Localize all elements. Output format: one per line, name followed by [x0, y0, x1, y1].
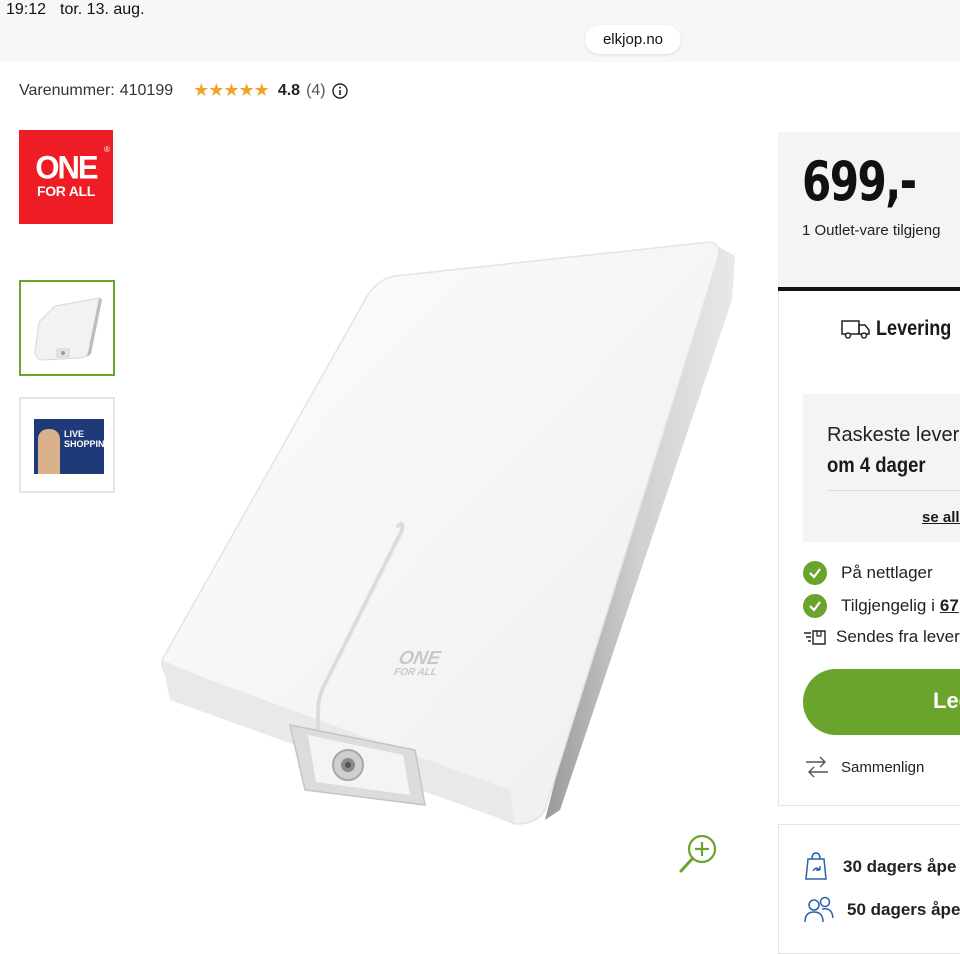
thumbnail-product[interactable]: [19, 280, 115, 376]
antenna-logo-text: ONE: [397, 648, 444, 669]
shipped-from-label: Sendes fra levera: [836, 627, 960, 646]
rating-stars[interactable]: ★★★★★: [193, 80, 270, 101]
check-icon: [803, 594, 827, 618]
add-to-cart-button[interactable]: Leg: [803, 669, 960, 735]
brand-logo-line2: FOR ALL: [36, 183, 96, 199]
sku-label: Varenummer:: [19, 81, 115, 99]
add-to-cart-label: Leg: [933, 688, 960, 713]
truck-icon: [841, 320, 870, 339]
live-shopping-label: LIVESHOPPING: [64, 429, 104, 449]
price-card: 699,- 1 Outlet-vare tilgjeng: [778, 132, 960, 291]
product-main-image[interactable]: ONE FOR ALL: [150, 230, 750, 830]
outlet-availability[interactable]: 1 Outlet-vare tilgjeng: [802, 222, 940, 239]
check-icon: [803, 561, 827, 585]
store-count-link[interactable]: 67: [940, 596, 959, 616]
price: 699,-: [802, 150, 917, 213]
fastest-delivery-label: Raskeste leveri: [827, 424, 960, 446]
shipped-from-row: Sendes fra levera: [803, 627, 960, 647]
compare-label: Sammenlign: [841, 758, 925, 776]
guarantees-card: 30 dagers åpe 50 dagers åpe: [778, 824, 960, 954]
divider: [827, 490, 960, 491]
shipping-box-icon: [804, 630, 826, 645]
url-bar[interactable]: elkjop.no: [585, 25, 681, 54]
zoom-in-icon[interactable]: [678, 832, 720, 874]
antenna-thumbnail-image: [34, 297, 102, 361]
return-bag-icon: [805, 852, 827, 880]
open-purchase-row[interactable]: 30 dagers åpe: [803, 851, 956, 883]
sku-value: 410199: [119, 81, 174, 99]
stock-stores-label: Tilgjengelig i: [841, 596, 935, 615]
status-time: 19:12: [6, 1, 47, 18]
delivery-heading: Levering: [841, 317, 960, 341]
open-purchase-label: 30 dagers åpe: [843, 857, 957, 876]
status-bar: 19:12 tor. 13. aug. elkjop.no: [0, 0, 960, 62]
people-icon: [804, 896, 834, 923]
delivery-panel: Levering Raskeste leveri om 4 dager se a…: [778, 291, 960, 806]
stock-stores-row: Tilgjengelig i 67: [803, 594, 959, 618]
price-guarantee-label: 50 dagers åpe: [847, 900, 960, 919]
svg-text:FOR ALL: FOR ALL: [393, 667, 438, 678]
compare-arrows-icon: [806, 756, 828, 778]
registered-mark-icon: ®: [104, 145, 110, 154]
brand-logo-line1: ONE: [35, 149, 98, 186]
info-icon[interactable]: [331, 82, 348, 99]
presenter-figure: [38, 429, 60, 474]
stock-online-label: På nettlager: [841, 563, 933, 582]
fastest-delivery-box: Raskeste leveri om 4 dager se alle: [803, 394, 960, 542]
status-date: tor. 13. aug.: [60, 1, 145, 18]
stock-online-row: På nettlager: [803, 561, 933, 585]
compare-toggle[interactable]: Sammenlign: [803, 754, 924, 780]
brand-logo[interactable]: ONE FOR ALL ®: [19, 130, 113, 224]
product-meta-row: Varenummer: 410199 ★★★★★ 4.8 (4): [19, 80, 348, 101]
fastest-delivery-value: om 4 dager: [827, 454, 926, 477]
see-all-link[interactable]: se alle: [922, 509, 960, 526]
live-shopping-image: LIVESHOPPING: [34, 419, 104, 474]
review-count[interactable]: (4): [306, 82, 326, 100]
delivery-title: Levering: [876, 317, 952, 340]
thumbnail-live-shopping[interactable]: LIVESHOPPING: [19, 397, 115, 493]
price-guarantee-row[interactable]: 50 dagers åpe: [803, 895, 960, 925]
rating-value: 4.8: [277, 81, 301, 99]
